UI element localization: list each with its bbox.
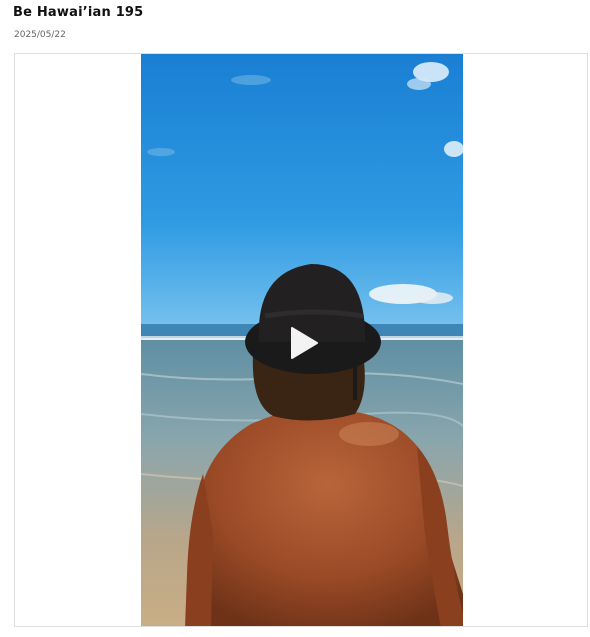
post-title: Be Hawai’ian 195 — [13, 5, 144, 20]
embed-frame — [14, 53, 588, 627]
video-player[interactable] — [141, 54, 463, 626]
play-icon — [291, 327, 318, 359]
post-date: 2025/05/22 — [14, 30, 66, 40]
play-button[interactable] — [289, 326, 319, 360]
